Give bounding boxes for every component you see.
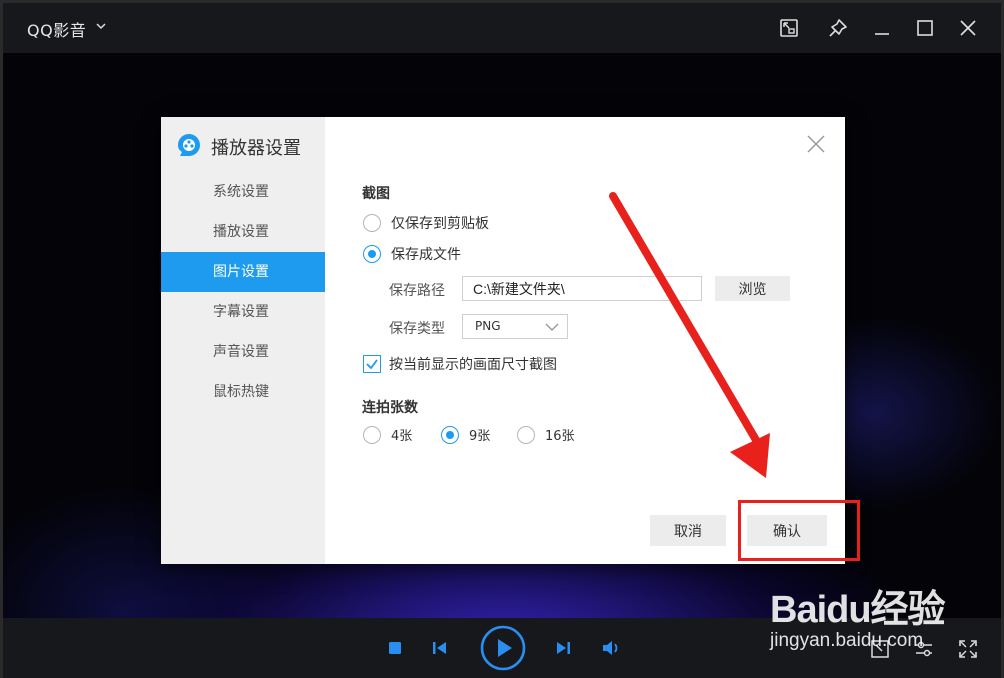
radio-label: 4张 <box>391 429 413 444</box>
radio-button[interactable] <box>363 214 381 232</box>
qq-player-logo-icon <box>178 134 200 156</box>
sidebar-item-subtitle[interactable]: 字幕设置 <box>161 292 325 332</box>
close-icon[interactable] <box>956 16 980 40</box>
browse-button[interactable]: 浏览 <box>715 276 790 301</box>
radio-label: 9张 <box>469 429 491 444</box>
stop-icon[interactable] <box>385 638 405 658</box>
minimize-icon[interactable] <box>870 16 894 40</box>
radio-button[interactable] <box>517 425 535 444</box>
radio-save-file[interactable]: 保存成文件 <box>363 244 461 264</box>
sidebar-item-audio[interactable]: 声音设置 <box>161 332 325 372</box>
radio-burst-4[interactable]: 4张 <box>363 425 412 444</box>
player-settings-dialog: 播放器设置 系统设置 播放设置 图片设置 字幕设置 声音设置 鼠标热键 截图 仅… <box>161 117 845 564</box>
sidebar-item-hotkeys[interactable]: 鼠标热键 <box>161 372 325 412</box>
radio-burst-16[interactable]: 16张 <box>517 425 575 444</box>
radio-label: 保存成文件 <box>391 247 461 263</box>
chevron-down-icon <box>545 323 559 331</box>
radio-button[interactable] <box>441 425 459 444</box>
checkmark-icon <box>366 359 378 370</box>
baidu-jingyan-watermark: Baidu经验 jingyan.baidu.com <box>770 578 995 658</box>
save-type-value: PNG <box>475 319 501 333</box>
watermark-brand: Baidu经验 <box>770 589 946 631</box>
maximize-icon[interactable] <box>913 16 937 40</box>
save-path-input[interactable] <box>462 276 702 301</box>
confirm-button[interactable]: 确认 <box>747 515 827 546</box>
watermark-url: jingyan.baidu.com <box>770 630 924 651</box>
previous-icon[interactable] <box>430 638 450 658</box>
pin-icon[interactable] <box>826 16 850 40</box>
checkbox[interactable] <box>363 355 381 373</box>
volume-icon[interactable] <box>600 638 622 658</box>
radio-button[interactable] <box>363 425 381 444</box>
screenshot-window-icon[interactable] <box>777 16 801 40</box>
radio-label: 16张 <box>545 429 575 444</box>
next-icon[interactable] <box>553 638 573 658</box>
screenshot-section-title: 截图 <box>362 186 390 202</box>
app-title[interactable]: QQ影音 <box>27 17 86 41</box>
save-type-select[interactable]: PNG <box>462 314 568 339</box>
burst-section-title: 连拍张数 <box>362 400 418 416</box>
radio-clipboard-only[interactable]: 仅保存到剪贴板 <box>363 213 489 233</box>
dialog-title: 播放器设置 <box>211 138 301 159</box>
save-type-label: 保存类型 <box>389 321 445 337</box>
sidebar-item-image[interactable]: 图片设置 <box>161 252 325 292</box>
dialog-close-icon[interactable] <box>804 132 828 156</box>
save-path-label: 保存路径 <box>389 283 445 299</box>
radio-burst-9[interactable]: 9张 <box>441 425 490 444</box>
radio-label: 仅保存到剪贴板 <box>391 216 489 232</box>
chevron-down-icon[interactable] <box>94 19 108 33</box>
title-bar: QQ影音 <box>3 3 1001 53</box>
radio-button[interactable] <box>363 245 381 263</box>
checkbox-display-size[interactable]: 按当前显示的画面尺寸截图 <box>363 354 557 374</box>
checkbox-label: 按当前显示的画面尺寸截图 <box>389 357 557 373</box>
settings-sidebar: 播放器设置 系统设置 播放设置 图片设置 字幕设置 声音设置 鼠标热键 <box>161 117 325 564</box>
cancel-button[interactable]: 取消 <box>650 515 726 546</box>
sidebar-item-playback[interactable]: 播放设置 <box>161 212 325 252</box>
play-button[interactable] <box>479 624 527 672</box>
sidebar-item-system[interactable]: 系统设置 <box>161 172 325 212</box>
